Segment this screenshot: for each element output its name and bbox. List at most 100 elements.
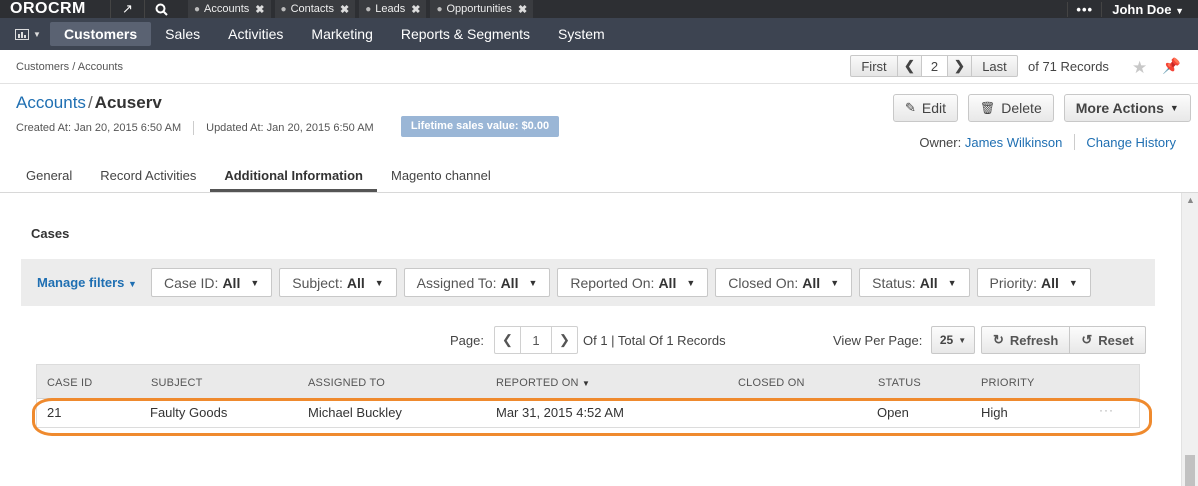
- share-icon[interactable]: ↗: [110, 0, 144, 18]
- nav-reports-segments[interactable]: Reports & Segments: [387, 22, 544, 46]
- close-icon[interactable]: ✖: [340, 3, 349, 16]
- star-icon[interactable]: ★: [1132, 58, 1147, 78]
- first-record-button[interactable]: First: [850, 55, 898, 77]
- tab-record-activities[interactable]: Record Activities: [86, 161, 210, 192]
- last-record-button[interactable]: Last: [972, 55, 1018, 77]
- pencil-icon: ✎: [905, 100, 916, 115]
- manage-filters-label: Manage filters: [37, 275, 125, 290]
- col-assigned-to[interactable]: Assigned To: [308, 377, 385, 389]
- col-status[interactable]: Status: [878, 377, 921, 389]
- change-history-link[interactable]: Change History: [1086, 135, 1176, 150]
- filter-label: Closed On:: [728, 274, 799, 291]
- row-actions-icon[interactable]: ···: [1099, 403, 1114, 417]
- dashboard-icon[interactable]: ▼: [6, 22, 50, 46]
- pin-opportunities[interactable]: ● Opportunities ✖: [430, 0, 534, 18]
- tab-general[interactable]: General: [12, 161, 86, 192]
- nav-sales[interactable]: Sales: [151, 22, 214, 46]
- next-record-button[interactable]: ❯: [948, 55, 972, 77]
- prev-record-button[interactable]: ❮: [898, 55, 922, 77]
- cell-reported-on: Mar 31, 2015 4:52 AM: [496, 405, 624, 420]
- prev-page-button[interactable]: ❮: [495, 327, 521, 353]
- app-logo[interactable]: OROCRM: [0, 0, 110, 18]
- per-page-select[interactable]: 25 ▼: [931, 326, 975, 354]
- sort-desc-icon: ▼: [581, 379, 591, 388]
- scroll-up-icon[interactable]: ▲: [1186, 195, 1195, 205]
- refresh-icon: ↻: [993, 332, 1004, 347]
- col-closed-on[interactable]: Closed On: [738, 377, 805, 389]
- next-page-button[interactable]: ❯: [551, 327, 577, 353]
- filter-priority[interactable]: Priority: All ▼: [976, 268, 1091, 297]
- col-subject[interactable]: Subject: [151, 377, 203, 389]
- record-count: of 71 Records: [1028, 58, 1109, 74]
- page-input[interactable]: 1: [521, 327, 551, 353]
- col-case-id[interactable]: Case ID: [47, 377, 92, 389]
- filter-case-id[interactable]: Case ID: All ▼: [150, 268, 273, 297]
- pin-contacts[interactable]: ● Contacts ✖: [274, 0, 356, 18]
- tab-additional-information[interactable]: Additional Information: [210, 161, 377, 192]
- title-separator: /: [87, 93, 93, 112]
- close-icon[interactable]: ✖: [255, 3, 264, 16]
- delete-label: Delete: [1001, 100, 1042, 116]
- edit-label: Edit: [921, 100, 947, 116]
- current-page: 2: [922, 55, 948, 77]
- pin-label: Leads: [375, 3, 406, 15]
- cell-status: Open: [877, 405, 909, 420]
- filter-value: All: [658, 274, 677, 291]
- table-row[interactable]: 21 Faulty Goods Michael Buckley Mar 31, …: [37, 399, 1139, 427]
- record-meta: Created At: Jan 20, 2015 6:50 AM Updated…: [16, 121, 374, 135]
- filter-label: Assigned To:: [416, 274, 497, 291]
- filter-status[interactable]: Status: All ▼: [859, 268, 970, 297]
- filter-subject[interactable]: Subject: All ▼: [279, 268, 397, 297]
- per-page-value: 25: [939, 333, 954, 347]
- nav-activities[interactable]: Activities: [214, 22, 297, 46]
- owner-info: Owner: James Wilkinson Change History: [919, 134, 1176, 150]
- edit-button[interactable]: ✎ Edit: [893, 94, 959, 122]
- pin-leads[interactable]: ● Leads ✖: [359, 0, 427, 18]
- pin-accounts[interactable]: ● Accounts ✖: [188, 0, 271, 18]
- pin-dot-icon: ●: [194, 3, 201, 15]
- filter-assigned-to[interactable]: Assigned To: All ▼: [403, 268, 551, 297]
- top-bar: OROCRM ↗ ● Accounts ✖ ● Contacts ✖ ● Leads ✖ ●…: [0, 0, 1198, 18]
- close-icon[interactable]: ✖: [518, 3, 527, 16]
- owner-link[interactable]: James Wilkinson: [965, 135, 1063, 150]
- tab-magento-channel[interactable]: Magento channel: [377, 161, 505, 192]
- nav-system[interactable]: System: [544, 22, 619, 46]
- col-priority[interactable]: Priority: [981, 377, 1035, 389]
- updated-at: Updated At: Jan 20, 2015 6:50 AM: [206, 122, 374, 134]
- user-menu[interactable]: John Doe ▼: [1101, 1, 1198, 17]
- record-pager: First ❮ 2 ❯ Last of 71 Records: [850, 55, 1109, 77]
- close-icon[interactable]: ✖: [411, 3, 420, 16]
- caret-down-icon: ▼: [830, 277, 840, 288]
- pin-icon[interactable]: 📌: [1162, 57, 1181, 75]
- chevron-left-icon: ❮: [904, 58, 915, 73]
- reset-button[interactable]: ↺ Reset: [1070, 326, 1146, 354]
- filter-reported-on[interactable]: Reported On: All ▼: [557, 268, 709, 297]
- more-actions-button[interactable]: More Actions ▼: [1063, 94, 1191, 122]
- accounts-link[interactable]: Accounts: [16, 93, 86, 112]
- scrollbar-thumb[interactable]: [1185, 455, 1195, 486]
- chevron-right-icon: ❯: [954, 58, 965, 73]
- delete-button[interactable]: 🗑 Delete: [968, 94, 1054, 122]
- lifetime-sales-badge: Lifetime sales value: $0.00: [401, 116, 559, 137]
- caret-down-icon: ▼: [947, 277, 957, 288]
- col-reported-on[interactable]: Reported On ▼: [496, 377, 590, 389]
- breadcrumb: Customers / Accounts: [16, 61, 123, 73]
- caret-down-icon: ▼: [250, 277, 260, 288]
- divider: [193, 121, 195, 135]
- filter-closed-on[interactable]: Closed On: All ▼: [715, 268, 853, 297]
- nav-customers[interactable]: Customers: [50, 22, 152, 46]
- refresh-button[interactable]: ↻ Refresh: [981, 326, 1071, 354]
- nav-marketing[interactable]: Marketing: [297, 22, 386, 46]
- account-name: Acuserv: [94, 93, 162, 112]
- pin-label: Accounts: [204, 3, 250, 15]
- cell-assigned-to-link[interactable]: Michael Buckley: [308, 405, 402, 420]
- more-menu-icon[interactable]: •••: [1067, 1, 1101, 17]
- page-label: Page:: [450, 333, 484, 348]
- refresh-label: Refresh: [1009, 332, 1059, 348]
- pin-dot-icon: ●: [436, 3, 443, 15]
- chevron-left-icon: ❮: [502, 332, 513, 347]
- pin-label: Contacts: [290, 3, 334, 15]
- search-icon[interactable]: [144, 0, 178, 18]
- filter-value: All: [919, 274, 938, 291]
- manage-filters-button[interactable]: Manage filters ▼: [37, 275, 137, 290]
